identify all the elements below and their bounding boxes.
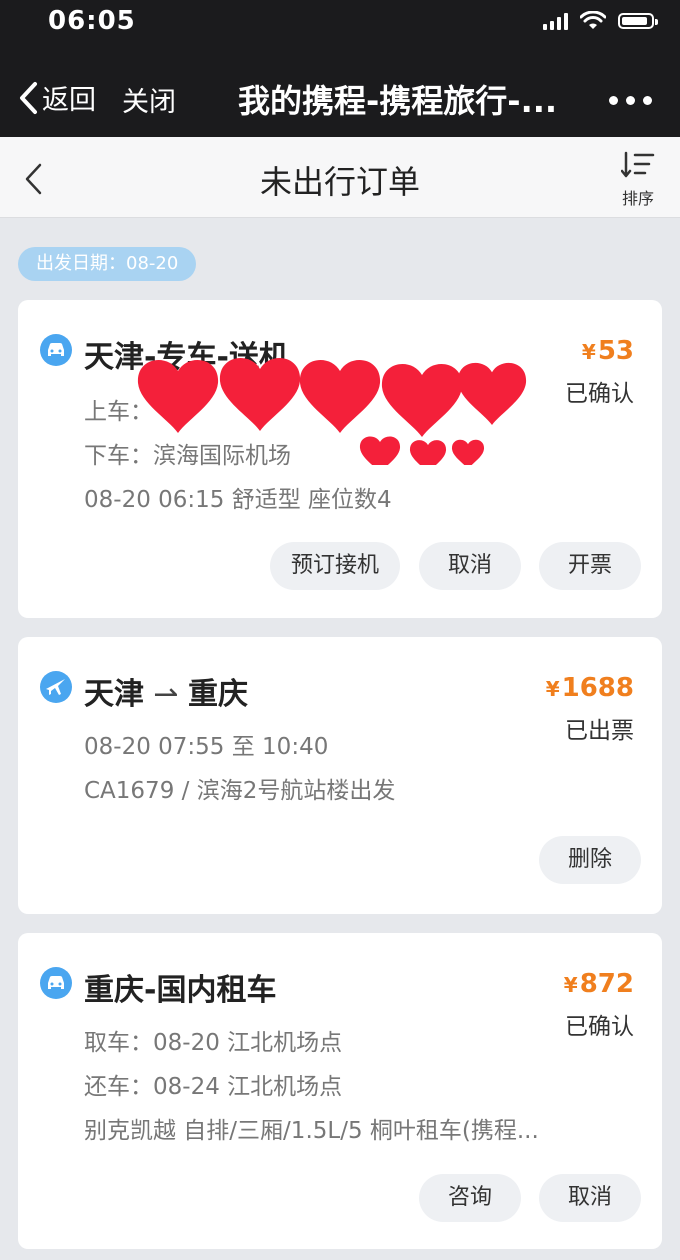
top-bar: 06:05 返回 关闭 我的携程-携程旅行-... (0, 0, 680, 137)
pickup-line: 取车：08-20 江北机场点 (84, 1030, 343, 1056)
battery-icon (618, 13, 658, 29)
order-title: 天津-专车-送机 (84, 340, 289, 375)
order-price: ¥1688 (545, 673, 634, 703)
return-line: 还车：08-24 江北机场点 (84, 1074, 343, 1100)
consult-button[interactable]: 咨询 (419, 1174, 521, 1222)
cancel-button[interactable]: 取消 (539, 1174, 641, 1222)
flight-route: 天津 ⇀ 重庆 (84, 669, 248, 713)
page-title: 我的携程-携程旅行-... (238, 82, 558, 120)
status-icons (543, 10, 658, 32)
flight-time-line: 08-20 07:55 至 10:40 (84, 734, 329, 760)
sort-label: 排序 (621, 189, 654, 208)
order-status: 已确认 (565, 1014, 634, 1040)
signal-icon (543, 12, 568, 30)
book-pickup-button[interactable]: 预订接机 (270, 542, 400, 590)
app-header: 未出行订单 排序 (0, 137, 680, 218)
sort-icon (620, 151, 655, 178)
wifi-icon (580, 11, 606, 29)
order-title: 重庆-国内租车 (84, 973, 277, 1008)
back-button[interactable]: 返回 (18, 78, 96, 117)
order-price: ¥872 (563, 969, 634, 999)
order-status: 已出票 (565, 718, 634, 744)
plane-icon (40, 671, 72, 703)
car-icon (40, 967, 72, 999)
flight-destination: 重庆 (188, 677, 248, 712)
pickup-line: 上车： (84, 399, 153, 425)
invoice-button[interactable]: 开票 (539, 542, 641, 590)
route-arrow-icon: ⇀ (153, 677, 179, 712)
order-card[interactable]: 天津 ⇀ 重庆 ¥1688 已出票 08-20 07:55 至 10:40 CA16… (18, 637, 662, 914)
cancel-button[interactable]: 取消 (419, 542, 521, 590)
close-button[interactable]: 关闭 (122, 80, 176, 119)
trip-detail-line: 08-20 06:15 舒适型 座位数4 (84, 487, 392, 513)
more-icon[interactable] (609, 96, 652, 105)
back-label: 返回 (42, 85, 96, 116)
vehicle-line: 别克凯越 自排/三厢/1.5L/5 桐叶租车(携程... (84, 1118, 539, 1144)
dropoff-line: 下车：滨海国际机场 (84, 443, 291, 469)
flight-origin: 天津 (84, 677, 144, 712)
order-card[interactable]: 重庆-国内租车 ¥872 已确认 取车：08-20 江北机场点 还车：08-24… (18, 933, 662, 1249)
order-card[interactable]: 天津-专车-送机 ¥53 已确认 上车： 下车：滨海国际机场 08-20 06:… (18, 300, 662, 618)
flight-number-line: CA1679 / 滨海2号航站楼出发 (84, 778, 396, 804)
status-time: 06:05 (48, 6, 136, 36)
delete-button[interactable]: 删除 (539, 836, 641, 884)
order-status: 已确认 (565, 381, 634, 407)
car-icon (40, 334, 72, 366)
sort-button[interactable]: 排序 (618, 151, 658, 209)
orders-title: 未出行订单 (259, 163, 420, 201)
browser-nav: 返回 关闭 我的携程-携程旅行-... (0, 60, 680, 137)
order-price: ¥53 (581, 336, 634, 366)
chevron-left-icon (20, 81, 37, 114)
departure-date-chip: 出发日期：08-20 (18, 247, 197, 281)
